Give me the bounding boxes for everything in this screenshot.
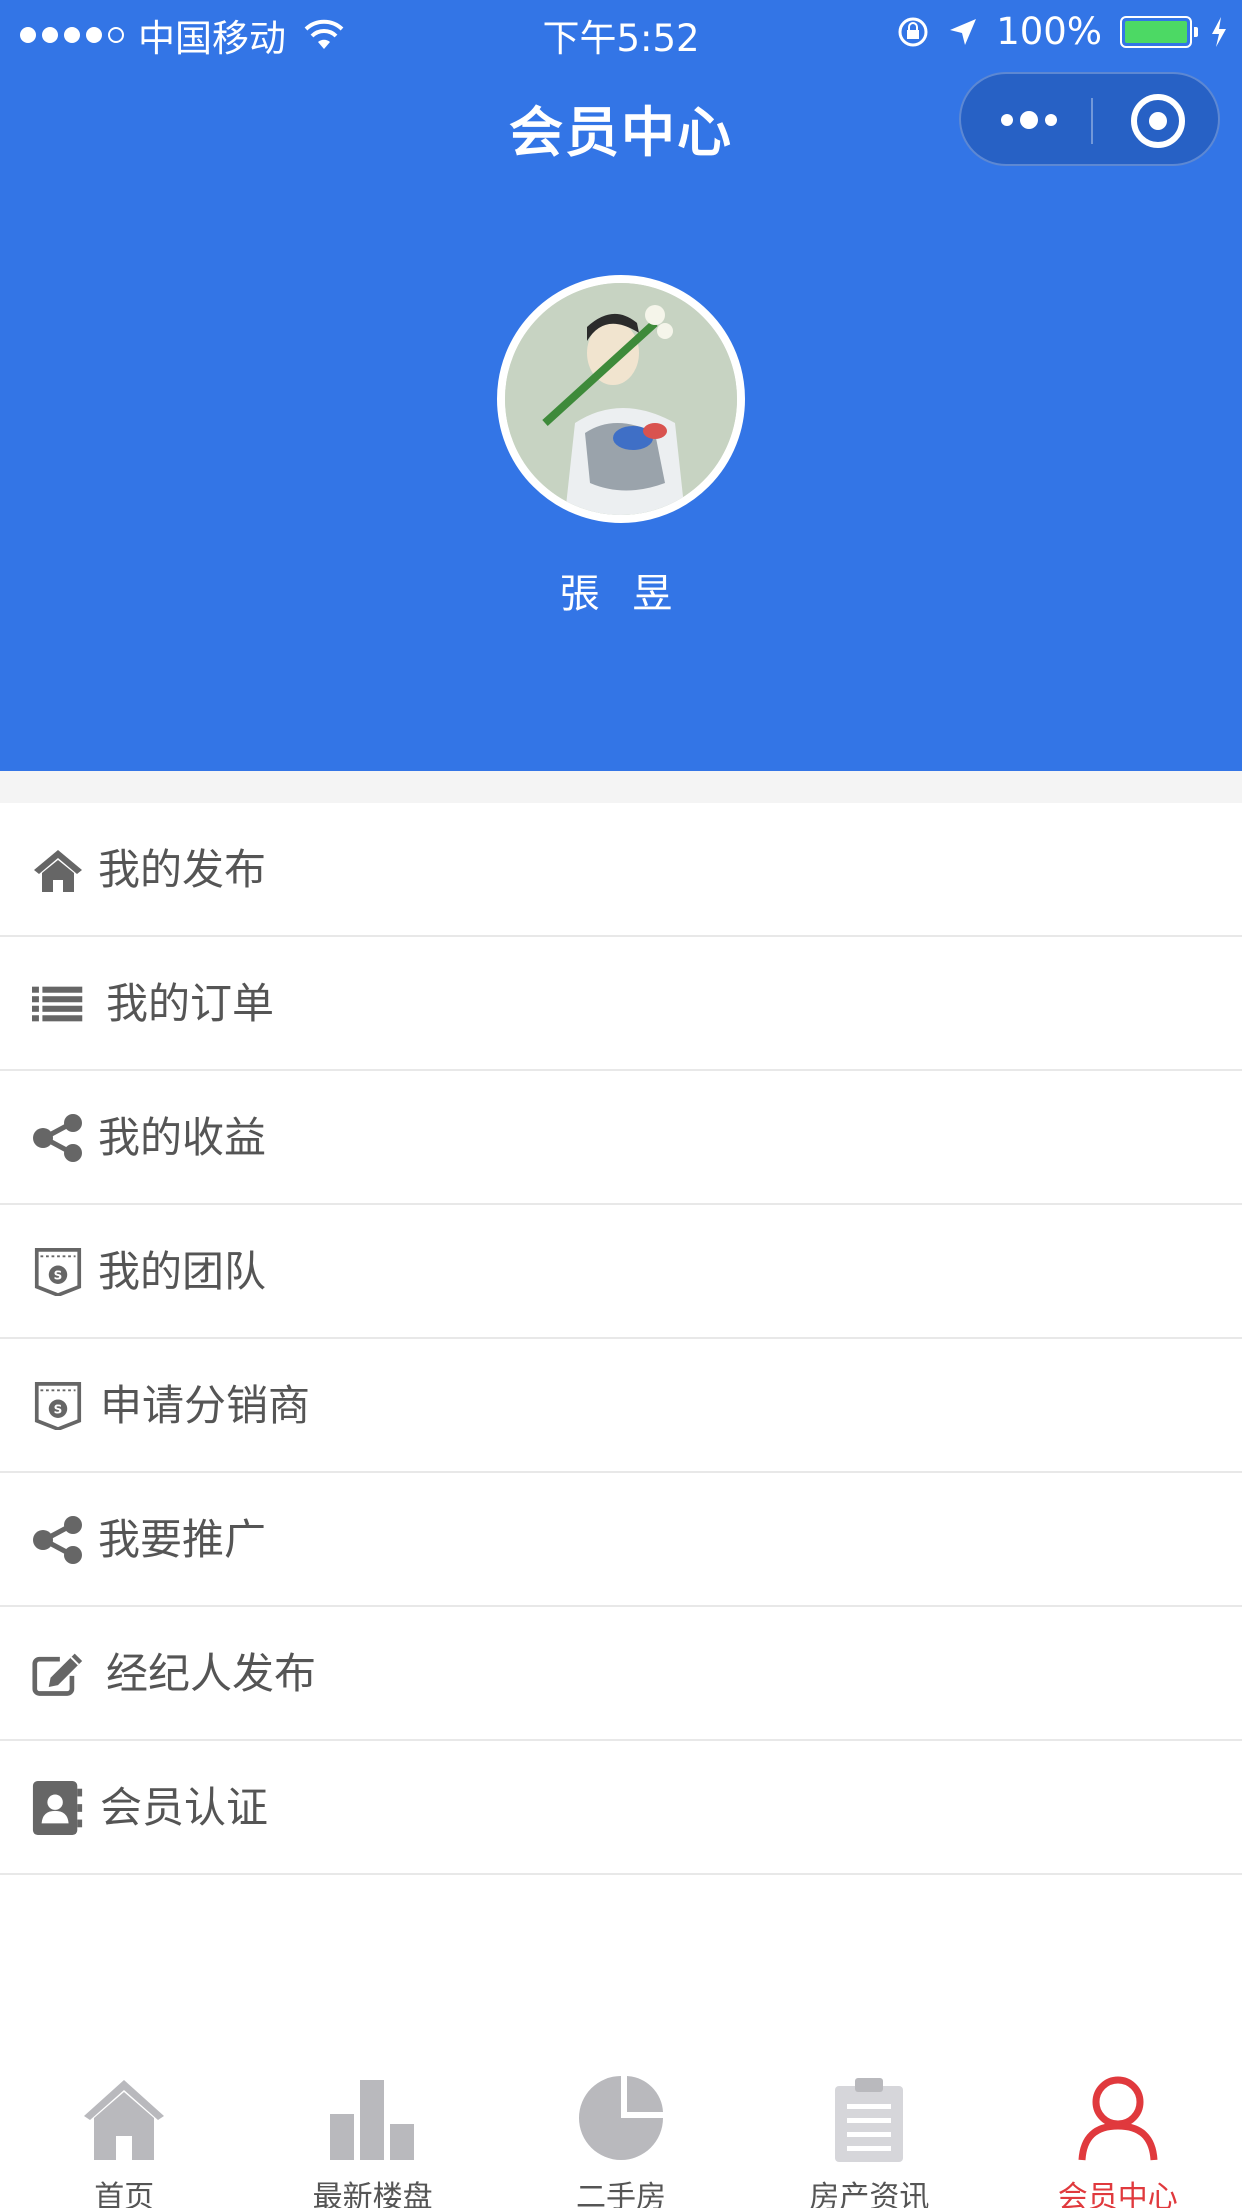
svg-text:S: S [54, 1402, 63, 1416]
more-icon[interactable] [1001, 108, 1057, 132]
menu-item-label: 我的订单 [106, 979, 275, 1028]
battery-icon [1120, 15, 1198, 48]
menu-item-my-team[interactable]: S 我的团队 [0, 1205, 1242, 1339]
menu-item-label: 经纪人发布 [106, 1649, 317, 1698]
share-icon [33, 1516, 82, 1564]
bottom-tab-bar: 首页 最新楼盘 二手房 房产资讯 会员中心 [0, 2060, 1242, 2208]
tab-home[interactable]: 首页 [0, 2060, 248, 2208]
contact-card-icon [32, 1781, 83, 1835]
menu-item-label: 我要推广 [98, 1515, 267, 1564]
section-gap [0, 771, 1242, 803]
tab-member-center[interactable]: 会员中心 [994, 2060, 1242, 2208]
svg-text:S: S [54, 1268, 63, 1282]
menu-item-label: 申请分销商 [100, 1381, 311, 1430]
tab-new-properties[interactable]: 最新楼盘 [248, 2060, 496, 2208]
list-icon [32, 986, 83, 1022]
home-icon [84, 2080, 164, 2160]
status-bar: 中国移动 下午5:52 100% [0, 0, 1242, 62]
tab-label: 二手房 [575, 2180, 666, 2208]
share-icon [33, 1114, 82, 1162]
mini-program-capsule [959, 72, 1220, 166]
status-right: 100% [896, 10, 1228, 53]
badge-icon: S [34, 1248, 82, 1296]
bar-chart-icon [330, 2080, 415, 2160]
edit-icon [32, 1653, 83, 1696]
menu-item-apply-distributor[interactable]: S 申请分销商 [0, 1339, 1242, 1473]
charging-bolt-icon [1212, 16, 1226, 47]
location-arrow-icon [950, 18, 977, 45]
menu-item-member-verification[interactable]: 会员认证 [0, 1741, 1242, 1875]
menu-item-label: 会员认证 [100, 1783, 269, 1832]
capsule-divider [1091, 98, 1093, 144]
menu-item-agent-post[interactable]: 经纪人发布 [0, 1607, 1242, 1741]
tab-news[interactable]: 房产资讯 [745, 2060, 993, 2208]
clipboard-icon [835, 2078, 904, 2162]
rotation-lock-icon [898, 17, 928, 46]
menu-item-my-posts[interactable]: 我的发布 [0, 803, 1242, 937]
menu-item-label: 我的收益 [98, 1113, 267, 1162]
menu-item-label: 我的发布 [98, 845, 267, 894]
battery-percent: 100% [996, 10, 1102, 53]
pie-chart-icon [578, 2076, 663, 2160]
menu-item-label: 我的团队 [98, 1247, 267, 1296]
tab-label: 最新楼盘 [312, 2180, 433, 2208]
tab-label: 首页 [94, 2180, 155, 2208]
home-icon [34, 850, 82, 892]
avatar[interactable] [497, 275, 745, 523]
badge-icon: S [34, 1382, 82, 1430]
menu-item-promote[interactable]: 我要推广 [0, 1473, 1242, 1607]
tab-label: 房产资讯 [809, 2180, 930, 2208]
username: 張 昱 [559, 571, 683, 617]
profile-header: 中国移动 下午5:52 100% 会员中心 張 昱 [0, 0, 1242, 771]
member-menu: 我的发布 我的订单 我的收益 S 我的团队 S 申请分销商 我要推广 经纪人发布… [0, 803, 1242, 1875]
tab-label: 会员中心 [1057, 2180, 1178, 2208]
avatar-illustration [505, 283, 737, 515]
menu-item-my-earnings[interactable]: 我的收益 [0, 1071, 1242, 1205]
tab-second-hand[interactable]: 二手房 [497, 2060, 745, 2208]
user-icon [1078, 2076, 1158, 2161]
close-target-icon[interactable] [1131, 94, 1185, 148]
menu-item-my-orders[interactable]: 我的订单 [0, 937, 1242, 1071]
